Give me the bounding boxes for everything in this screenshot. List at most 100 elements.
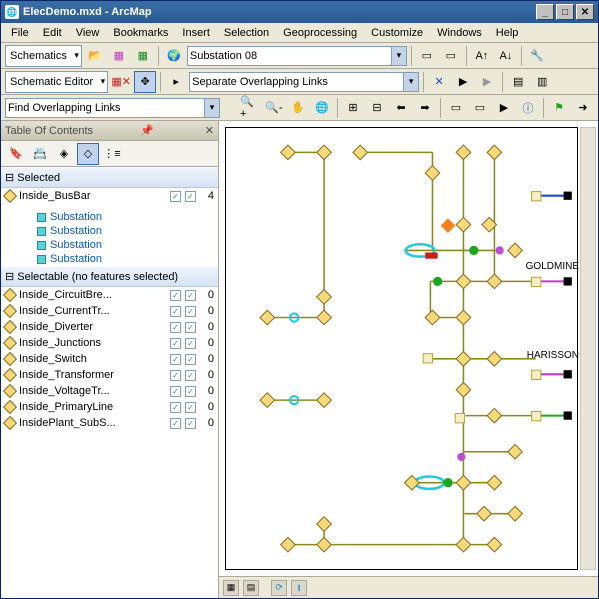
select-features-icon[interactable]: ▭ bbox=[445, 97, 467, 119]
menu-windows[interactable]: Windows bbox=[431, 25, 488, 41]
data-view-icon[interactable]: ▦ bbox=[223, 580, 239, 596]
map-frame-icon[interactable]: ▦ bbox=[108, 45, 130, 67]
list-by-selection-icon[interactable]: ◇ bbox=[77, 143, 99, 165]
open-icon[interactable]: 📂 bbox=[84, 45, 106, 67]
pointer-icon[interactable]: ▶ bbox=[452, 71, 474, 93]
close-button[interactable]: ✕ bbox=[576, 4, 594, 20]
refresh-icon[interactable]: ▦ bbox=[132, 45, 154, 67]
fixed-zoom-out-icon[interactable]: ⊟ bbox=[366, 97, 388, 119]
visibility-checkbox[interactable]: ✓ bbox=[170, 306, 181, 317]
menu-bookmarks[interactable]: Bookmarks bbox=[107, 25, 174, 41]
visibility-checkbox[interactable]: ✓ bbox=[170, 402, 181, 413]
find-route-icon[interactable]: ⚑ bbox=[548, 97, 570, 119]
grid-side-icon[interactable]: ▥ bbox=[531, 71, 553, 93]
clear-selection-icon[interactable]: ▭ bbox=[469, 97, 491, 119]
delete-schematic-icon[interactable]: ▦✕ bbox=[110, 71, 132, 93]
toc-selectable-section[interactable]: ⊟ Selectable (no features selected) bbox=[1, 266, 218, 287]
schematic-editor-dropdown[interactable]: Schematic Editor bbox=[5, 71, 108, 93]
vertical-scrollbar[interactable] bbox=[580, 127, 596, 570]
visibility-checkbox[interactable]: ✓ bbox=[170, 386, 181, 397]
visibility-checkbox[interactable]: ✓ bbox=[170, 354, 181, 365]
prev-extent-icon[interactable]: ⬅ bbox=[390, 97, 412, 119]
visibility-checkbox[interactable]: ✓ bbox=[170, 322, 181, 333]
layer-row[interactable]: Inside_CurrentTr...✓✓0 bbox=[1, 303, 218, 319]
layer-row[interactable]: Inside_Transformer✓✓0 bbox=[1, 367, 218, 383]
substation-item[interactable]: Substation bbox=[1, 210, 218, 224]
layer-row[interactable]: Inside_Junctions✓✓0 bbox=[1, 335, 218, 351]
selectable-checkbox[interactable]: ✓ bbox=[185, 306, 196, 317]
layer-row[interactable]: Inside_PrimaryLine✓✓0 bbox=[1, 399, 218, 415]
selectable-checkbox[interactable]: ✓ bbox=[185, 402, 196, 413]
list-by-visibility-icon[interactable]: ◈ bbox=[53, 143, 75, 165]
layout-task-combo[interactable]: Separate Overlapping Links bbox=[189, 72, 419, 92]
next-extent-icon[interactable]: ➡ bbox=[414, 97, 436, 119]
toolbar-schematics: Schematics 📂 ▦ ▦ 🌍 Substation 08 ▭ ▭ A↑ … bbox=[1, 43, 598, 69]
full-extent-icon[interactable]: 🌐 bbox=[311, 97, 333, 119]
globe-icon[interactable]: 🌍 bbox=[163, 45, 185, 67]
toc-close-icon[interactable]: ✕ bbox=[205, 124, 214, 137]
pause-drawing-icon[interactable]: ‖ bbox=[291, 580, 307, 596]
visibility-checkbox[interactable]: ✓ bbox=[170, 338, 181, 349]
selectable-checkbox[interactable]: ✓ bbox=[185, 322, 196, 333]
menu-help[interactable]: Help bbox=[490, 25, 525, 41]
menu-file[interactable]: File bbox=[5, 25, 35, 41]
visibility-checkbox[interactable]: ✓ bbox=[170, 290, 181, 301]
menu-view[interactable]: View bbox=[70, 25, 106, 41]
layer-row[interactable]: Inside_VoltageTr...✓✓0 bbox=[1, 383, 218, 399]
menu-selection[interactable]: Selection bbox=[218, 25, 275, 41]
visibility-checkbox[interactable]: ✓ bbox=[170, 191, 181, 202]
visibility-checkbox[interactable]: ✓ bbox=[170, 418, 181, 429]
link-select-icon[interactable]: ✕ bbox=[428, 71, 450, 93]
layout-view-icon[interactable]: ▤ bbox=[243, 580, 259, 596]
selectable-checkbox[interactable]: ✓ bbox=[185, 290, 196, 301]
substation-item[interactable]: Substation bbox=[1, 238, 218, 252]
layer-inside-busbar[interactable]: Inside_BusBar ✓ ✓ 4 bbox=[1, 188, 218, 204]
menu-geoprocessing[interactable]: Geoprocessing bbox=[277, 25, 363, 41]
find-combo[interactable]: Find Overlapping Links bbox=[5, 98, 220, 118]
refresh-view-icon[interactable]: ⟳ bbox=[271, 580, 287, 596]
substation-item[interactable]: Substation bbox=[1, 224, 218, 238]
map-view[interactable]: GOLDMINE HARISSON ▦ ▤ ⟳ ‖ bbox=[219, 121, 598, 598]
pan-icon[interactable]: ✋ bbox=[287, 97, 309, 119]
list-by-source-icon[interactable]: 📇 bbox=[29, 143, 51, 165]
font-larger-icon[interactable]: A↑ bbox=[471, 45, 493, 67]
zoom-in-icon[interactable]: 🔍+ bbox=[239, 97, 261, 119]
selectable-checkbox[interactable]: ✓ bbox=[185, 418, 196, 429]
fixed-zoom-in-icon[interactable]: ⊞ bbox=[342, 97, 364, 119]
layer-toggle-icon[interactable]: ▭ bbox=[416, 45, 438, 67]
selectable-checkbox[interactable]: ✓ bbox=[185, 370, 196, 381]
go-to-xy-icon[interactable]: ➜ bbox=[572, 97, 594, 119]
schematics-dropdown[interactable]: Schematics bbox=[5, 45, 82, 67]
menu-customize[interactable]: Customize bbox=[365, 25, 429, 41]
layer-row[interactable]: Inside_Diverter✓✓0 bbox=[1, 319, 218, 335]
run-layout-icon[interactable]: ▸ bbox=[165, 71, 187, 93]
selectable-checkbox[interactable]: ✓ bbox=[185, 191, 196, 202]
toc-pin-icon[interactable]: 📌 bbox=[140, 124, 154, 137]
substation-item[interactable]: Substation bbox=[1, 252, 218, 266]
select-elements-icon[interactable]: ▶ bbox=[493, 97, 515, 119]
selectable-checkbox[interactable]: ✓ bbox=[185, 338, 196, 349]
selectable-checkbox[interactable]: ✓ bbox=[185, 386, 196, 397]
tools-icon[interactable]: 🔧 bbox=[526, 45, 548, 67]
schematic-canvas[interactable]: GOLDMINE HARISSON bbox=[225, 127, 578, 570]
layer-row[interactable]: Inside_CircuitBre...✓✓0 bbox=[1, 287, 218, 303]
menu-insert[interactable]: Insert bbox=[176, 25, 216, 41]
layer-row[interactable]: Inside_Switch✓✓0 bbox=[1, 351, 218, 367]
layer-row[interactable]: InsidePlant_SubS...✓✓0 bbox=[1, 415, 218, 431]
layer-select-icon[interactable]: ▭ bbox=[440, 45, 462, 67]
move-schematic-icon[interactable]: ✥ bbox=[134, 71, 156, 93]
menu-edit[interactable]: Edit bbox=[37, 25, 68, 41]
alt-pointer-icon[interactable]: ▶ bbox=[476, 71, 498, 93]
minimize-button[interactable]: _ bbox=[536, 4, 554, 20]
list-by-drawing-icon[interactable]: 🔖 bbox=[5, 143, 27, 165]
identify-icon[interactable]: ⓘ bbox=[517, 97, 539, 119]
substation-combo[interactable]: Substation 08 bbox=[187, 46, 407, 66]
zoom-out-icon[interactable]: 🔍- bbox=[263, 97, 285, 119]
toc-selected-section[interactable]: ⊟ Selected bbox=[1, 167, 218, 188]
selectable-checkbox[interactable]: ✓ bbox=[185, 354, 196, 365]
visibility-checkbox[interactable]: ✓ bbox=[170, 370, 181, 381]
font-smaller-icon[interactable]: A↓ bbox=[495, 45, 517, 67]
grid-top-icon[interactable]: ▤ bbox=[507, 71, 529, 93]
toc-options-icon[interactable]: ⋮≡ bbox=[101, 143, 123, 165]
maximize-button[interactable]: □ bbox=[556, 4, 574, 20]
